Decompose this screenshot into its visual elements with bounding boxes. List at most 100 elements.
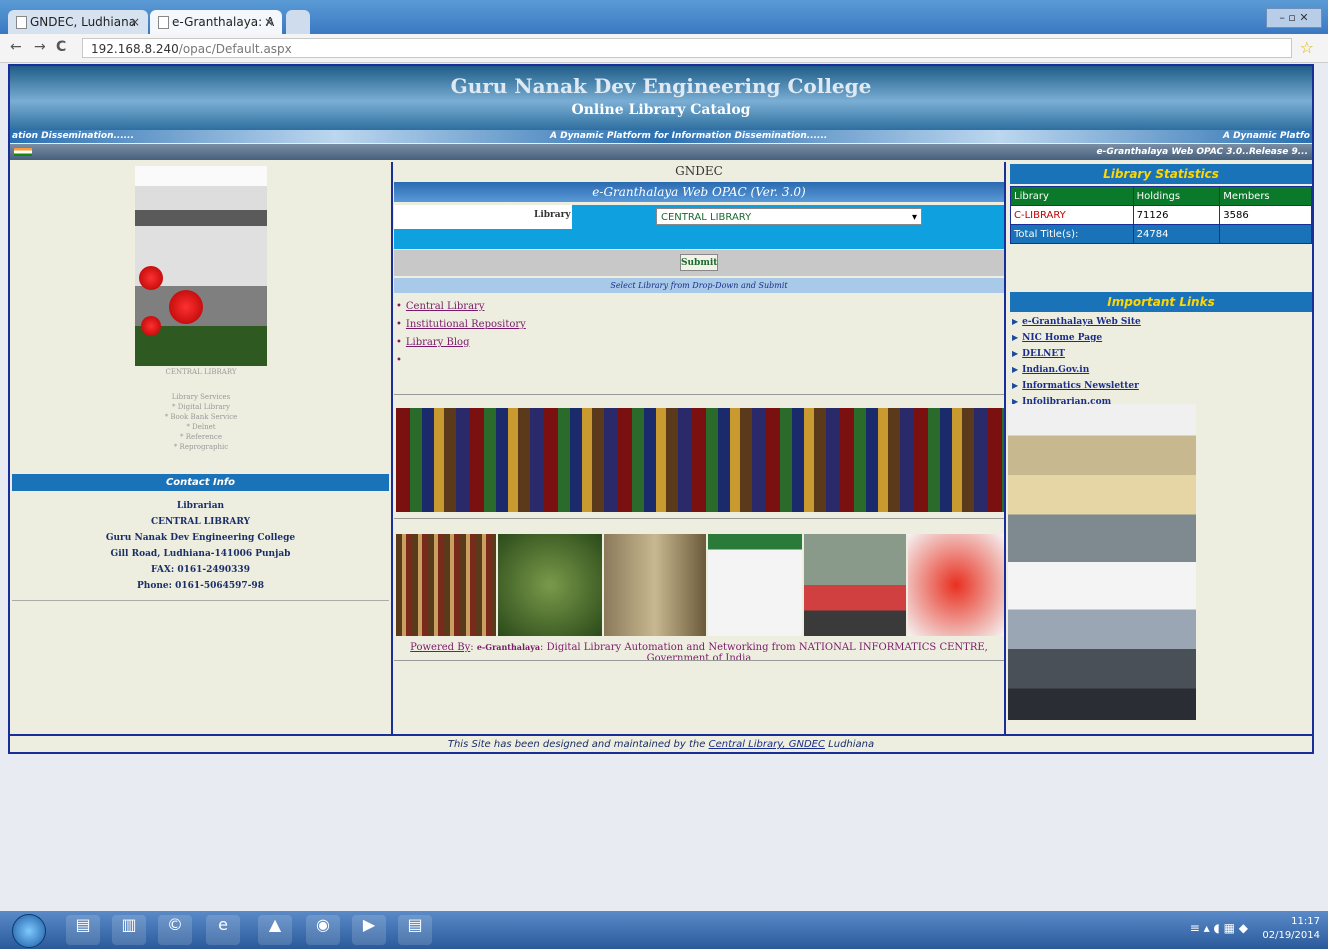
service-item[interactable]: * Delnet xyxy=(110,422,292,432)
contact-line: Librarian xyxy=(176,501,225,511)
link-informatics[interactable]: Informatics Newsletter xyxy=(1022,381,1139,391)
footer-suffix: Ludhiana xyxy=(828,739,875,750)
media-player-icon[interactable]: ▶ xyxy=(352,915,386,945)
list-item: ▶ Informatics Newsletter xyxy=(1012,378,1141,394)
service-item[interactable]: * Reprographic xyxy=(110,442,292,452)
blue-band xyxy=(394,229,1004,249)
link-central-library[interactable]: Central Library xyxy=(406,301,485,312)
documents-icon[interactable]: ▤ xyxy=(398,915,432,945)
list-item: • Institutional Repository xyxy=(396,319,526,330)
release-strip: e-Granthalaya Web OPAC 3.0..Release 9... xyxy=(10,144,1312,160)
table-row: C-LIBRARY 71126 3586 xyxy=(1010,205,1312,225)
contact-line: Phone: 0161-5064597-98 xyxy=(137,581,264,591)
photo-leaves xyxy=(498,534,602,636)
header-banner: Guru Nanak Dev Engineering College Onlin… xyxy=(10,66,1312,130)
reload-icon[interactable]: C xyxy=(56,39,66,55)
nic-icon[interactable]: ▲ xyxy=(258,915,292,945)
back-icon[interactable]: ← xyxy=(10,39,22,55)
footer-text: This Site has been designed and maintain… xyxy=(447,739,706,750)
play-arrow-icon: ▶ xyxy=(1012,332,1019,342)
india-flag-icon xyxy=(14,148,32,156)
total-label: Total Title(s): xyxy=(1010,224,1134,244)
link-delnet[interactable]: DELNET xyxy=(1022,349,1065,359)
flower xyxy=(141,316,161,336)
system-tray[interactable]: ≡ ▴ ◖ ▦ ◆ xyxy=(1190,921,1248,935)
list-item: ▶ Indian.Gov.in xyxy=(1012,362,1141,378)
powered-by-link[interactable]: Powered By xyxy=(410,642,470,653)
notepad-icon[interactable]: ▥ xyxy=(112,915,146,945)
marquee-text-left: ation Dissemination...... xyxy=(12,131,134,141)
chrome-icon[interactable]: ◉ xyxy=(306,915,340,945)
stats-heading: Library Statistics xyxy=(1010,164,1312,184)
address-bar-row: ← → C 192.168.8.240/opac/Default.aspx ☆ xyxy=(0,34,1328,63)
window-controls[interactable]: – ▫ ✕ xyxy=(1266,8,1322,28)
footer-link[interactable]: Central Library, GNDEC xyxy=(709,739,825,750)
flower xyxy=(169,290,203,324)
new-tab-button[interactable] xyxy=(286,10,310,34)
flower xyxy=(139,266,163,290)
service-item[interactable]: * Reference xyxy=(110,432,292,442)
table-cell: C-LIBRARY xyxy=(1010,205,1134,225)
link-indian-gov[interactable]: Indian.Gov.in xyxy=(1022,365,1089,375)
service-item[interactable]: * Book Bank Service xyxy=(110,412,292,422)
browser-tab-gndec[interactable]: GNDEC, Ludhiana × xyxy=(8,10,148,34)
library-dropdown[interactable]: CENTRAL LIBRARY ▾ xyxy=(656,208,922,225)
link-institutional-repository[interactable]: Institutional Repository xyxy=(406,319,526,330)
windows-taskbar: ▤ ▥ © e ▲ ◉ ▶ ▤ ≡ ▴ ◖ ▦ ◆ 11:17 02/19/20… xyxy=(0,911,1328,949)
stats-table: Library Holdings Members C-LIBRARY 71126… xyxy=(1010,186,1312,244)
contact-line: Gill Road, Ludhiana-141006 Punjab xyxy=(110,549,291,559)
contact-heading: Contact Info xyxy=(12,474,389,491)
opac-heading: e-Granthalaya Web OPAC (Ver. 3.0) xyxy=(394,182,1004,202)
left-column: CENTRAL LIBRARY Library Services * Digit… xyxy=(10,162,393,734)
table-cell: 3586 xyxy=(1219,205,1312,225)
links-heading: Important Links xyxy=(1010,292,1312,312)
play-arrow-icon: ▶ xyxy=(1012,316,1019,326)
list-item: ▶ NIC Home Page xyxy=(1012,330,1141,346)
important-links: ▶ e-Granthalaya Web Site ▶ NIC Home Page ▶… xyxy=(1012,314,1141,410)
service-item[interactable]: Library Services xyxy=(110,392,292,402)
library-label: Library xyxy=(534,210,571,220)
list-item: ▶ e-Granthalaya Web Site xyxy=(1012,314,1141,330)
tab-close-icon[interactable]: × xyxy=(130,10,140,34)
photo-bulletin xyxy=(708,534,802,636)
divider xyxy=(394,394,1004,395)
table-header-row: Library Holdings Members xyxy=(1010,186,1312,206)
clock[interactable]: 11:17 02/19/2014 xyxy=(1260,915,1320,943)
url-input[interactable]: 192.168.8.240/opac/Default.aspx xyxy=(82,38,1292,58)
submit-button[interactable]: Submit xyxy=(680,254,718,271)
bookmark-star-icon[interactable]: ☆ xyxy=(1300,38,1314,57)
services-list: Library Services * Digital Library * Boo… xyxy=(110,392,292,452)
tab-close-icon[interactable]: × xyxy=(264,10,274,34)
org-label: GNDEC xyxy=(675,164,723,178)
explorer-icon[interactable]: ▤ xyxy=(66,915,100,945)
divider xyxy=(394,518,1004,519)
forward-icon[interactable]: → xyxy=(34,39,46,55)
reading-hall-photo xyxy=(1008,562,1196,720)
list-item: • Library Blog xyxy=(396,337,470,348)
internet-explorer-icon[interactable]: e xyxy=(206,915,240,945)
total-row: Total Title(s): 24784 xyxy=(1010,224,1312,244)
contact-line: CENTRAL LIBRARY xyxy=(150,517,251,527)
browser-tab-egranthalaya[interactable]: e-Granthalaya: A Dig × xyxy=(150,10,282,53)
service-item[interactable]: * Digital Library xyxy=(110,402,292,412)
marquee-text-right: A Dynamic Platfo xyxy=(1222,131,1310,141)
catalog-subtitle: Online Library Catalog xyxy=(571,102,751,118)
browser-tab-strip: GNDEC, Ludhiana × e-Granthalaya: A Dig ×… xyxy=(0,0,1328,53)
link-library-blog[interactable]: Library Blog xyxy=(406,337,470,348)
link-egranthalaya[interactable]: e-Granthalaya Web Site xyxy=(1022,317,1141,327)
page-icon xyxy=(16,16,27,29)
link-nic[interactable]: NIC Home Page xyxy=(1022,333,1102,343)
table-cell xyxy=(1219,224,1312,244)
url-path: /opac/Default.aspx xyxy=(178,42,292,56)
clock-date: 02/19/2014 xyxy=(1262,930,1320,941)
contact-line: Guru Nanak Dev Engineering College xyxy=(105,533,296,543)
table-cell: 71126 xyxy=(1132,205,1221,225)
contact-line: FAX: 0161-2490339 xyxy=(151,565,250,575)
start-button[interactable] xyxy=(12,914,46,948)
right-column: Library Statistics Library Holdings Memb… xyxy=(1008,162,1312,734)
url-host: 192.168.8.240 xyxy=(91,42,179,56)
center-column: GNDEC e-Granthalaya Web OPAC (Ver. 3.0) … xyxy=(394,162,1006,734)
app-icon[interactable]: © xyxy=(158,915,192,945)
play-arrow-icon: ▶ xyxy=(1012,348,1019,358)
page-footer: This Site has been designed and maintain… xyxy=(10,734,1312,754)
